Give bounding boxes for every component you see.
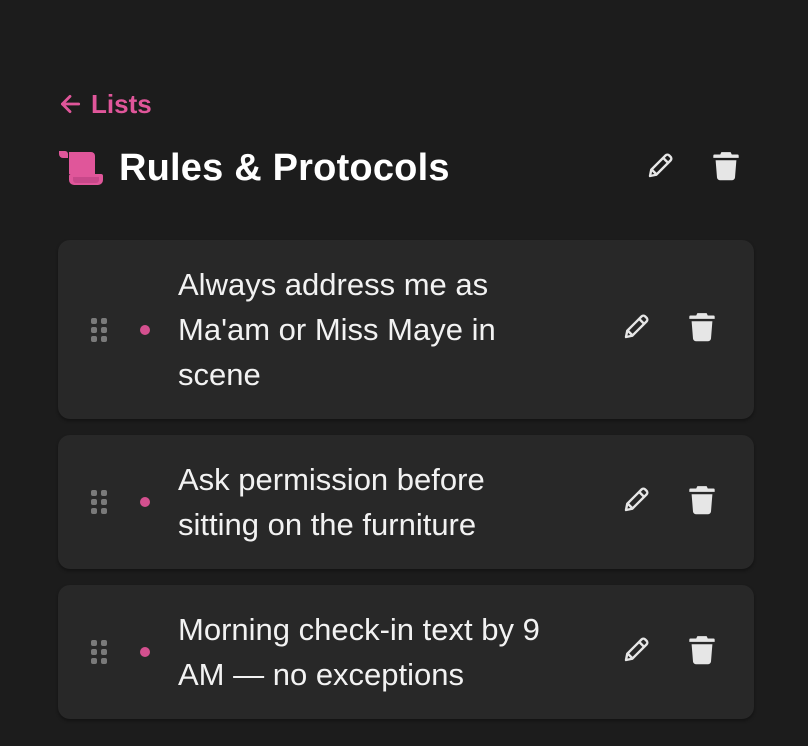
delete-item-button[interactable] (686, 635, 718, 670)
edit-item-button[interactable] (620, 636, 652, 668)
trash-icon (688, 485, 716, 520)
back-to-lists-link[interactable]: Lists (57, 86, 152, 122)
bullet-dot (140, 324, 150, 335)
delete-item-button[interactable] (686, 312, 718, 347)
trash-icon (688, 635, 716, 670)
bullet-dot (140, 647, 150, 657)
scroll-icon (57, 148, 105, 188)
list-item-text: Always address me as Ma'am or Miss Maye … (178, 267, 496, 392)
arrow-left-icon (57, 91, 83, 117)
edit-list-button[interactable] (644, 152, 676, 184)
drag-handle-icon[interactable] (88, 317, 110, 343)
back-link-label: Lists (91, 88, 152, 119)
item-actions (620, 485, 718, 520)
list-actions (644, 151, 742, 186)
edit-item-button[interactable] (620, 314, 652, 346)
drag-handle-icon[interactable] (88, 639, 110, 665)
pencil-icon (645, 151, 675, 186)
pencil-icon (621, 485, 651, 520)
trash-icon (688, 312, 716, 347)
bullet-dot (140, 497, 150, 507)
drag-handle-icon[interactable] (88, 489, 110, 515)
delete-item-button[interactable] (686, 485, 718, 520)
delete-list-button[interactable] (710, 151, 742, 186)
list-item: Morning check-in text by 9 AM — no excep… (58, 585, 754, 719)
item-actions (620, 635, 718, 670)
page-title: Rules & Protocols (119, 146, 450, 189)
list-item: Ask permission before sitting on the fur… (58, 435, 754, 569)
edit-item-button[interactable] (620, 486, 652, 518)
rules-list: Always address me as Ma'am or Miss Maye … (58, 240, 754, 735)
pencil-icon (621, 312, 651, 347)
list-item: Always address me as Ma'am or Miss Maye … (58, 240, 754, 419)
list-header: Rules & Protocols (57, 140, 754, 196)
pencil-icon (621, 635, 651, 670)
list-item-text: Morning check-in text by 9 AM — no excep… (178, 612, 540, 692)
list-detail-page: Lists Rules & Protocols Always address m… (0, 0, 808, 746)
list-item-text: Ask permission before sitting on the fur… (178, 462, 485, 542)
trash-icon (712, 151, 740, 186)
item-actions (620, 312, 718, 347)
